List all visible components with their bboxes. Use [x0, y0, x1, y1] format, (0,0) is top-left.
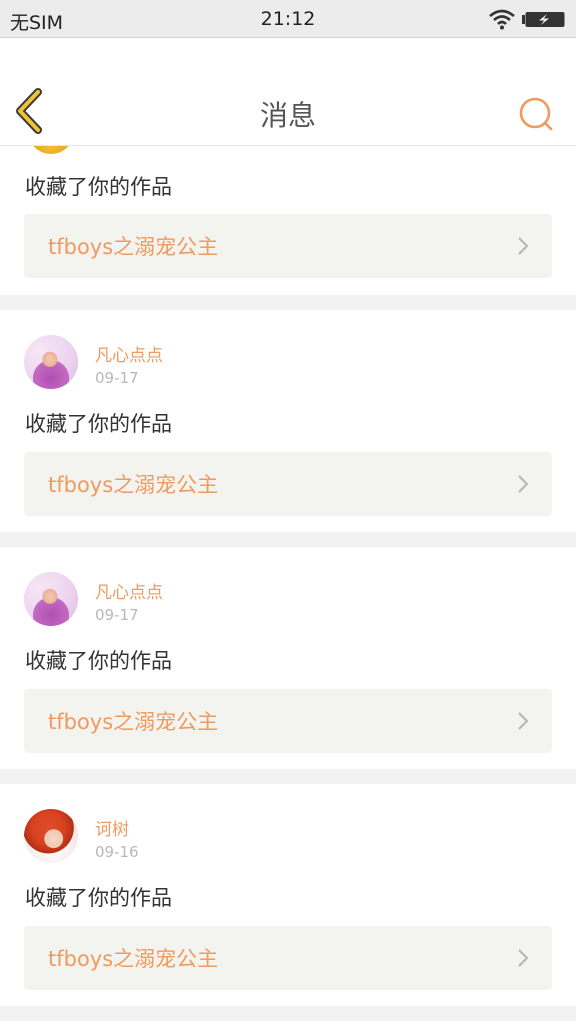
message-action: 收藏了你的作品 — [25, 886, 172, 910]
username[interactable]: 凡心点点 — [95, 578, 163, 603]
work-link[interactable]: tfboys之溺宠公主 — [24, 689, 552, 753]
message-list[interactable]: 收藏了你的作品 tfboys之溺宠公主 凡心点点 09-17 收藏了你的作品 t… — [0, 146, 576, 1024]
navigation-bar: 消息 — [0, 38, 576, 146]
message-action: 收藏了你的作品 — [25, 412, 172, 436]
list-item: 凡心点点 09-17 收藏了你的作品 tfboys之溺宠公主 — [0, 547, 576, 769]
battery-charging-icon — [522, 12, 565, 27]
list-item: 凡心点点 09-17 收藏了你的作品 tfboys之溺宠公主 — [0, 310, 576, 532]
avatar[interactable] — [24, 572, 78, 626]
status-bar: 无SIM 21:12 — [0, 0, 576, 38]
message-action: 收藏了你的作品 — [25, 649, 172, 673]
work-title: tfboys之溺宠公主 — [48, 710, 219, 734]
work-title: tfboys之溺宠公主 — [48, 473, 219, 497]
chevron-right-icon — [518, 949, 529, 967]
separator — [0, 769, 576, 784]
separator — [0, 295, 576, 310]
work-title: tfboys之溺宠公主 — [48, 235, 219, 259]
message-action: 收藏了你的作品 — [25, 175, 172, 199]
chevron-right-icon — [518, 475, 529, 493]
avatar[interactable] — [24, 335, 78, 389]
username[interactable]: 诃树 — [95, 815, 129, 840]
separator — [0, 532, 576, 547]
work-link[interactable]: tfboys之溺宠公主 — [24, 926, 552, 990]
work-link[interactable]: tfboys之溺宠公主 — [24, 452, 552, 516]
chevron-right-icon — [518, 712, 529, 730]
list-item: 收藏了你的作品 tfboys之溺宠公主 — [0, 146, 576, 295]
avatar[interactable] — [24, 809, 78, 863]
timestamp: 09-16 — [95, 843, 139, 861]
username[interactable]: 凡心点点 — [95, 341, 163, 366]
work-link[interactable]: tfboys之溺宠公主 — [24, 214, 552, 278]
separator — [0, 1006, 576, 1021]
search-icon[interactable] — [516, 94, 556, 134]
work-title: tfboys之溺宠公主 — [48, 947, 219, 971]
timestamp: 09-17 — [95, 369, 139, 387]
chevron-right-icon — [518, 237, 529, 255]
list-item: 诃树 09-16 收藏了你的作品 tfboys之溺宠公主 — [0, 784, 576, 1006]
avatar[interactable] — [28, 146, 74, 154]
timestamp: 09-17 — [95, 606, 139, 624]
wifi-icon — [489, 9, 515, 30]
page-title: 消息 — [259, 99, 316, 132]
